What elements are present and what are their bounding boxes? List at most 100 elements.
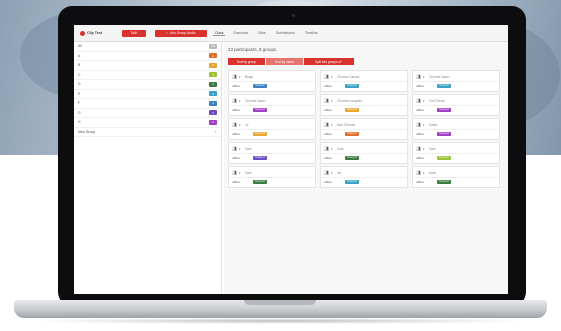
caret-down-icon[interactable]: ▾	[423, 123, 425, 127]
tab-timeline[interactable]: Timeline	[303, 31, 320, 35]
participant-card[interactable]: 👥︎ ▾ www offline Group D	[412, 166, 500, 188]
participant-card[interactable]: 👥︎ ▾ Chrome Dawn offline Group H	[228, 94, 316, 116]
sidebar-group-row[interactable]: B2	[74, 61, 221, 71]
participant-status: offline	[324, 84, 332, 88]
users-icon[interactable]: 👥︎	[232, 98, 237, 103]
card-divider	[413, 81, 499, 82]
group-count-badge: 2	[209, 53, 217, 59]
group-count-badge: 3	[209, 72, 217, 78]
sort-by-group-button[interactable]: Sort by group	[228, 58, 265, 65]
participant-status: offline	[232, 132, 240, 136]
group-badge: Group D	[437, 179, 451, 184]
group-badge: Group H	[253, 107, 267, 112]
group-badge: Group A	[345, 131, 359, 136]
caret-down-icon[interactable]: ▾	[239, 171, 241, 175]
app-screen: Clip Test Talk! • Join Group Audio Class…	[74, 25, 508, 294]
participant-card[interactable]: 👥︎ ▾ Safari offline Group H	[412, 118, 500, 140]
users-icon[interactable]: 👥︎	[416, 122, 421, 127]
caret-down-icon[interactable]: ▾	[423, 99, 425, 103]
users-icon[interactable]: 👥︎	[232, 74, 237, 79]
users-icon[interactable]: 👥︎	[232, 122, 237, 127]
sort-by-name-button[interactable]: Sort by name	[266, 58, 303, 65]
users-icon[interactable]: 👥︎	[416, 146, 421, 151]
caret-down-icon[interactable]: ▾	[423, 75, 425, 79]
users-icon[interactable]: 👥︎	[324, 122, 329, 127]
group-list: All 23 A 2 B 2 C 3 D 3 E 3 F 3 G 3 H 2	[74, 42, 221, 128]
sidebar-group-label: E	[78, 91, 81, 96]
laptop-shadow	[30, 318, 530, 324]
join-group-audio-button[interactable]: • Join Group Audio	[155, 29, 207, 37]
group-badge: Group E	[345, 83, 359, 88]
caret-down-icon[interactable]: ▾	[331, 123, 333, 127]
sidebar-group-row[interactable]: G3	[74, 109, 221, 118]
sidebar-group-row[interactable]: C3	[74, 71, 221, 80]
split-into-groups-button[interactable]: Split into groups of ·	[304, 58, 354, 65]
participant-card[interactable]: 👥︎ ▾ Fox Firefox offline Group H	[412, 94, 500, 116]
users-icon[interactable]: 👥︎	[416, 98, 421, 103]
participant-card[interactable]: 👥︎ ▾ Mac Chrome offline Group A	[320, 118, 408, 140]
tab-submissions[interactable]: Submissions	[274, 31, 297, 35]
participant-card[interactable]: 👥︎ ▾ Jo offline Group B	[228, 118, 316, 140]
app-logo[interactable]: Clip Test	[80, 30, 114, 36]
caret-down-icon[interactable]: ▾	[423, 147, 425, 151]
participant-name: Bingo	[245, 74, 254, 79]
caret-down-icon[interactable]: ▾	[423, 171, 425, 175]
participant-card[interactable]: 👥︎ ▾ Chrome Dawn offline Group E	[412, 70, 500, 92]
participant-card[interactable]: 👥︎ ▾ User offline Group D	[228, 166, 316, 188]
plus-icon[interactable]: +	[215, 129, 217, 134]
participant-name: Safari	[429, 122, 438, 127]
microphone-icon: •	[166, 31, 168, 35]
users-icon[interactable]: 👥︎	[416, 170, 421, 175]
webcam-icon	[292, 14, 295, 17]
group-badge: Group D	[253, 179, 267, 184]
participant-status: offline	[324, 108, 332, 112]
group-badge: Group E	[345, 179, 359, 184]
tab-class[interactable]: Class	[213, 31, 226, 36]
participant-name: Mac Chrome	[337, 122, 356, 127]
users-icon[interactable]: 👥︎	[324, 74, 329, 79]
join-group-audio-label: Join Group Audio	[169, 31, 196, 35]
sidebar-group-row[interactable]: E3	[74, 90, 221, 99]
caret-down-icon[interactable]: ▾	[331, 147, 333, 151]
users-icon[interactable]: 👥︎	[324, 170, 329, 175]
caret-down-icon[interactable]: ▾	[331, 171, 333, 175]
new-group-row[interactable]: New Group +	[74, 128, 221, 137]
sidebar-group-label: F	[78, 101, 81, 106]
tab-slide[interactable]: Slide	[256, 31, 268, 35]
participant-status: offline	[324, 156, 332, 160]
caret-down-icon[interactable]: ▾	[239, 123, 241, 127]
card-divider	[413, 105, 499, 106]
users-icon[interactable]: 👥︎	[416, 74, 421, 79]
card-divider	[321, 81, 407, 82]
participant-card[interactable]: 👥︎ ▾ Bingo offline Group F	[228, 70, 316, 92]
participant-card[interactable]: 👥︎ ▾ User offline Group D	[320, 142, 408, 164]
sidebar-group-row[interactable]: H2	[74, 118, 221, 128]
participant-card[interactable]: 👥︎ ▾ User offline Group C	[412, 142, 500, 164]
caret-down-icon[interactable]: ▾	[239, 75, 241, 79]
participant-card[interactable]: 👥︎ ▾ Chrome Incognito offline Group B	[320, 94, 408, 116]
participant-status: offline	[232, 156, 240, 160]
caret-down-icon[interactable]: ▾	[239, 99, 241, 103]
users-icon[interactable]: 👥︎	[324, 98, 329, 103]
users-icon[interactable]: 👥︎	[324, 146, 329, 151]
sidebar-group-row[interactable]: D3	[74, 80, 221, 90]
participant-card[interactable]: 👥︎ ▾ uw offline Group E	[320, 166, 408, 188]
users-icon[interactable]: 👥︎	[232, 146, 237, 151]
card-divider	[413, 177, 499, 178]
participant-card[interactable]: 👥︎ ▾ Chrome Canary offline Group E	[320, 70, 408, 92]
sidebar-group-row[interactable]: F3	[74, 99, 221, 109]
tab-exercises[interactable]: Exercises	[231, 31, 250, 35]
participants-summary: 23 participants, 8 groups.	[228, 47, 278, 52]
caret-down-icon[interactable]: ▾	[331, 75, 333, 79]
group-sidebar: All 23 A 2 B 2 C 3 D 3 E 3 F 3 G 3 H 2 New Group +	[74, 42, 222, 294]
caret-down-icon[interactable]: ▾	[239, 147, 241, 151]
participant-name: Chrome Canary	[337, 74, 360, 79]
participant-name: User	[337, 146, 344, 151]
users-icon[interactable]: 👥︎	[232, 170, 237, 175]
group-count-badge: 2	[209, 119, 217, 125]
talk-button[interactable]: Talk!	[122, 29, 146, 37]
participant-card[interactable]: 👥︎ ▾ User offline Group G	[228, 142, 316, 164]
caret-down-icon[interactable]: ▾	[331, 99, 333, 103]
sidebar-group-row[interactable]: A2	[74, 52, 221, 61]
sidebar-group-row[interactable]: All 23	[74, 42, 221, 52]
